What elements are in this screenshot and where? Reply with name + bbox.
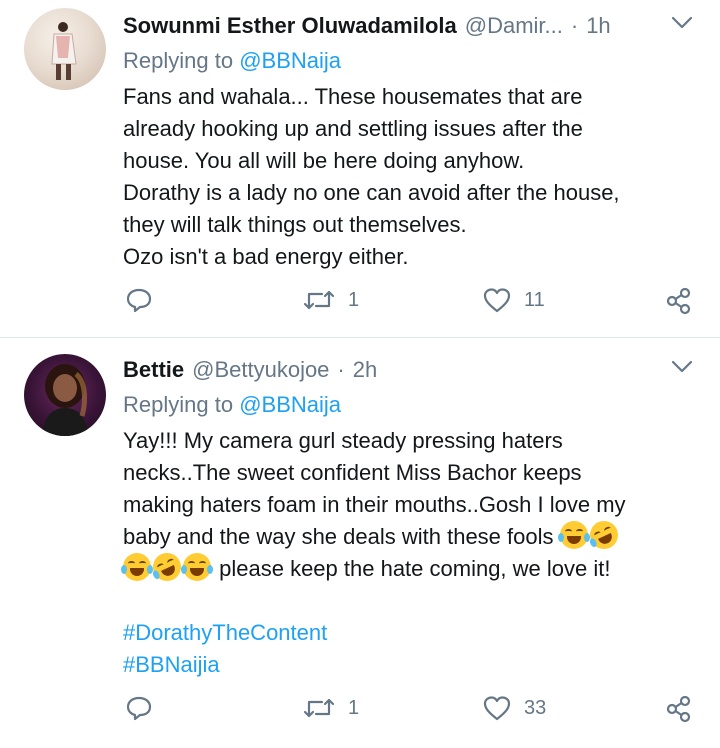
author-handle[interactable]: @Damir... [465, 13, 563, 39]
tweet-line: house. You all will be here doing anyhow… [123, 148, 525, 173]
timestamp[interactable]: 2h [353, 357, 377, 383]
tweet-header: Bettie @Bettyukojoe · 2h [123, 354, 377, 386]
like-button[interactable]: 33 [482, 694, 546, 722]
retweet-icon [303, 290, 335, 310]
avatar[interactable] [24, 8, 106, 90]
reply-icon [126, 288, 152, 313]
avatar[interactable] [24, 354, 106, 436]
author-name[interactable]: Bettie [123, 357, 184, 383]
like-button[interactable]: 11 [482, 286, 545, 314]
hashtag-link[interactable]: #DorathyTheContent [123, 617, 683, 649]
like-icon [483, 696, 511, 721]
share-button[interactable] [664, 286, 694, 316]
replying-to: Replying to @BBNaija [123, 48, 341, 74]
reply-mention-link[interactable]: @BBNaija [239, 392, 341, 417]
tweet-line: Fans and wahala... These housemates that… [123, 84, 583, 109]
tweet-actions: 1 33 [0, 694, 720, 730]
tweet-line: please keep the hate coming, we love it! [219, 556, 611, 581]
replying-to: Replying to @BBNaija [123, 392, 341, 418]
author-name[interactable]: Sowunmi Esther Oluwadamilola [123, 13, 457, 39]
tweet-card[interactable]: Bettie @Bettyukojoe · 2h Replying to @BB… [0, 338, 720, 748]
share-button[interactable] [664, 694, 694, 724]
reply-mention-link[interactable]: @BBNaija [239, 48, 341, 73]
emoji-joy-icon [557, 521, 590, 549]
tweet-line-with-emoji: baby and the way she deals with these fo… [123, 516, 683, 554]
tweet-line-with-emoji: please keep the hate coming, we love it! [121, 548, 683, 586]
tweet-actions: 1 11 [0, 286, 720, 322]
reply-button[interactable] [125, 694, 153, 722]
emoji-joy-icon [181, 553, 213, 581]
emoji-joy-icon [121, 553, 153, 581]
share-icon [666, 287, 691, 315]
timestamp[interactable]: 1h [586, 13, 610, 39]
emoji-rofl-icon [148, 548, 186, 586]
retweet-button[interactable]: 1 [302, 694, 359, 722]
retweet-count: 1 [348, 696, 360, 719]
retweet-button[interactable]: 1 [302, 286, 359, 314]
replying-to-label: Replying to [123, 48, 234, 73]
separator-dot: · [570, 13, 579, 38]
like-count: 11 [524, 288, 545, 311]
tweet-line: baby and the way she deals with these fo… [123, 524, 554, 549]
retweet-icon [303, 698, 335, 718]
tweet-line: necks..The sweet confident Miss Bachor k… [123, 460, 582, 485]
separator-dot: · [337, 357, 345, 382]
tweet-line: making haters foam in their mouths..Gosh… [123, 492, 626, 517]
tweet-line: already hooking up and settling issues a… [123, 116, 583, 141]
reply-icon [126, 696, 152, 721]
tweet-line: they will talk things out themselves. [123, 212, 467, 237]
tweet-line: Dorathy is a lady no one can avoid after… [123, 180, 620, 205]
tweet-text: Fans and wahala... These housemates that… [123, 81, 683, 273]
tweet-header: Sowunmi Esther Oluwadamilola @Damir... ·… [123, 10, 611, 42]
tweet-line: Yay!!! My camera gurl steady pressing ha… [123, 428, 563, 453]
replying-to-label: Replying to [123, 392, 234, 417]
tweet-line: Ozo isn't a bad energy either. [123, 244, 409, 269]
reply-button[interactable] [125, 286, 153, 314]
like-icon [483, 288, 511, 313]
author-handle[interactable]: @Bettyukojoe [192, 357, 329, 383]
chevron-down-icon[interactable] [670, 358, 694, 376]
chevron-down-icon[interactable] [670, 14, 694, 32]
retweet-count: 1 [348, 288, 360, 311]
like-count: 33 [524, 696, 547, 719]
tweet-card[interactable]: Sowunmi Esther Oluwadamilola @Damir... ·… [0, 0, 720, 338]
emoji-rofl-icon [585, 516, 623, 554]
hashtag-link[interactable]: #BBNaijia [123, 649, 683, 681]
tweet-text: Yay!!! My camera gurl steady pressing ha… [121, 425, 683, 681]
tweet-feed: Sowunmi Esther Oluwadamilola @Damir... ·… [0, 0, 720, 748]
share-icon [666, 695, 691, 723]
